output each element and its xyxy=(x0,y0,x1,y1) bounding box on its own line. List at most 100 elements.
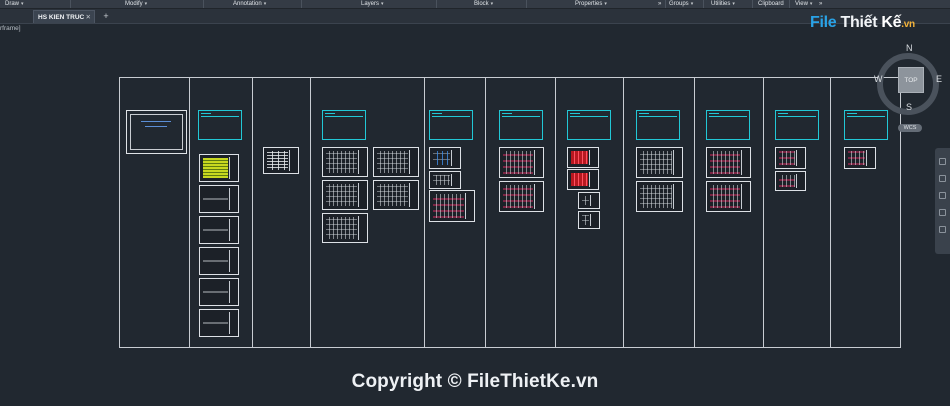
pin-icon: » xyxy=(658,1,662,7)
chevron-down-icon: ▾ xyxy=(490,1,494,7)
chevron-down-icon: ▾ xyxy=(21,1,24,7)
title-block[interactable] xyxy=(429,110,473,140)
divider xyxy=(703,0,704,8)
chevron-down-icon: ▾ xyxy=(381,1,384,7)
column-divider xyxy=(485,77,486,348)
panel-label: Block xyxy=(474,1,489,7)
drawing-sheet[interactable] xyxy=(322,213,368,243)
drawing-sheet[interactable] xyxy=(775,147,806,169)
drawing-sheet[interactable] xyxy=(322,180,368,210)
title-block[interactable] xyxy=(198,110,242,140)
chevron-down-icon: ▾ xyxy=(732,1,735,7)
title-block[interactable] xyxy=(844,110,888,140)
divider xyxy=(436,0,437,8)
navigation-bar[interactable] xyxy=(935,148,950,254)
logo-text: Kế xyxy=(881,14,902,31)
drawing-sheet[interactable] xyxy=(636,147,683,178)
drawing-sheet[interactable] xyxy=(199,309,239,337)
showmotion-icon[interactable] xyxy=(939,209,946,216)
ribbon-panel-bar: Draw ▾ Modify ▾ Annotation ▾ Layers ▾ Block ▾… xyxy=(0,0,950,9)
pin-icon: » xyxy=(819,1,823,7)
ribbon-panel-clipboard[interactable]: Clipboard xyxy=(758,0,786,8)
drawing-sheet[interactable] xyxy=(199,247,239,275)
ribbon-panel-layers[interactable]: Layers ▾ xyxy=(361,0,384,8)
panel-label: Draw xyxy=(5,1,20,7)
panel-label: Layers xyxy=(361,1,380,7)
new-tab-button[interactable]: + xyxy=(100,10,112,23)
cover-sheet[interactable] xyxy=(126,110,187,154)
drawing-sheet[interactable] xyxy=(706,181,751,212)
title-block[interactable] xyxy=(636,110,680,140)
panel-label: Clipboard xyxy=(758,1,784,7)
drawing-sheet[interactable] xyxy=(844,147,876,169)
zoom-icon[interactable] xyxy=(939,175,946,182)
wcs-button[interactable]: WCS xyxy=(898,124,922,132)
ribbon-panel-view[interactable]: View ▾ xyxy=(795,0,812,8)
chevron-down-icon: ▾ xyxy=(263,1,267,7)
orbit-icon[interactable] xyxy=(939,192,946,199)
panel-label: Groups xyxy=(669,1,689,7)
column-divider xyxy=(555,77,556,348)
drawing-sheet[interactable] xyxy=(499,181,544,212)
panel-label: View xyxy=(795,1,808,7)
panel-label: Utilities xyxy=(711,1,731,7)
pan-icon[interactable] xyxy=(939,158,946,165)
divider xyxy=(203,0,204,8)
title-block[interactable] xyxy=(322,110,366,140)
divider xyxy=(301,0,302,8)
chevron-down-icon: ▾ xyxy=(690,1,694,7)
divider xyxy=(526,0,527,8)
chevron-down-icon: ▾ xyxy=(809,1,813,7)
title-block[interactable] xyxy=(706,110,750,140)
drawing-sheet[interactable] xyxy=(567,147,599,168)
ribbon-panel-groups[interactable]: Groups ▾ xyxy=(669,0,693,8)
drawing-sheet[interactable] xyxy=(499,147,544,178)
title-block[interactable] xyxy=(499,110,543,140)
title-block[interactable] xyxy=(567,110,611,140)
drawing-sheet[interactable] xyxy=(373,180,419,210)
drawing-sheet[interactable] xyxy=(199,185,239,213)
divider xyxy=(665,0,666,8)
drawing-sheet[interactable] xyxy=(429,147,461,169)
ribbon-panel-utilities[interactable]: Utilities ▾ xyxy=(711,0,735,8)
compass-north-label[interactable]: N xyxy=(906,43,913,53)
copyright-watermark: Copyright © FileThietKe.vn xyxy=(351,371,599,392)
drawing-sheet[interactable] xyxy=(706,147,751,178)
file-tab-bar: HS KIEN TRUC ✕ + xyxy=(0,9,950,24)
drawing-sheet[interactable] xyxy=(429,171,461,189)
view-pin-icon[interactable]: » xyxy=(819,0,822,8)
ribbon-panel-draw[interactable]: Draw ▾ xyxy=(5,0,24,8)
panel-label: Modify xyxy=(125,1,143,7)
column-divider xyxy=(763,77,764,348)
drawing-sheet[interactable] xyxy=(199,154,239,182)
properties-pin-icon[interactable]: » xyxy=(658,0,661,8)
compass-east-label[interactable]: E xyxy=(936,74,942,84)
title-block[interactable] xyxy=(775,110,819,140)
ribbon-panel-block[interactable]: Block ▾ xyxy=(474,0,493,8)
drawing-sheet[interactable] xyxy=(636,181,683,212)
logo-text: Thiết xyxy=(840,14,878,31)
ribbon-panel-modify[interactable]: Modify ▾ xyxy=(125,0,147,8)
drawing-sheet[interactable] xyxy=(567,169,599,190)
drawing-sheet[interactable] xyxy=(775,171,806,191)
drawing-sheet[interactable] xyxy=(199,278,239,306)
drawing-sheet[interactable] xyxy=(578,192,600,209)
viewcube-top-face[interactable]: TOP xyxy=(898,67,924,93)
ribbon-panel-properties[interactable]: Properties ▾ xyxy=(575,0,607,8)
tab-label: HS KIEN TRUC xyxy=(38,14,85,21)
tab-hs-kien-truc[interactable]: HS KIEN TRUC ✕ xyxy=(33,10,95,23)
drawing-sheet[interactable] xyxy=(578,211,600,229)
drawing-sheet[interactable] xyxy=(429,190,475,222)
drawing-sheet[interactable] xyxy=(322,147,368,177)
column-divider xyxy=(310,77,311,348)
compass-south-label[interactable]: S xyxy=(906,102,912,112)
close-icon[interactable]: ✕ xyxy=(86,11,91,24)
drawing-sheet[interactable] xyxy=(373,147,419,177)
drawing-sheet[interactable] xyxy=(263,147,299,174)
drawing-sheet[interactable] xyxy=(199,216,239,244)
divider xyxy=(70,0,71,8)
compass-west-label[interactable]: W xyxy=(874,74,883,84)
viewport-label[interactable]: rframe] xyxy=(0,25,21,32)
ribbon-panel-annotation[interactable]: Annotation ▾ xyxy=(233,0,266,8)
steering-wheel-icon[interactable] xyxy=(939,226,946,233)
